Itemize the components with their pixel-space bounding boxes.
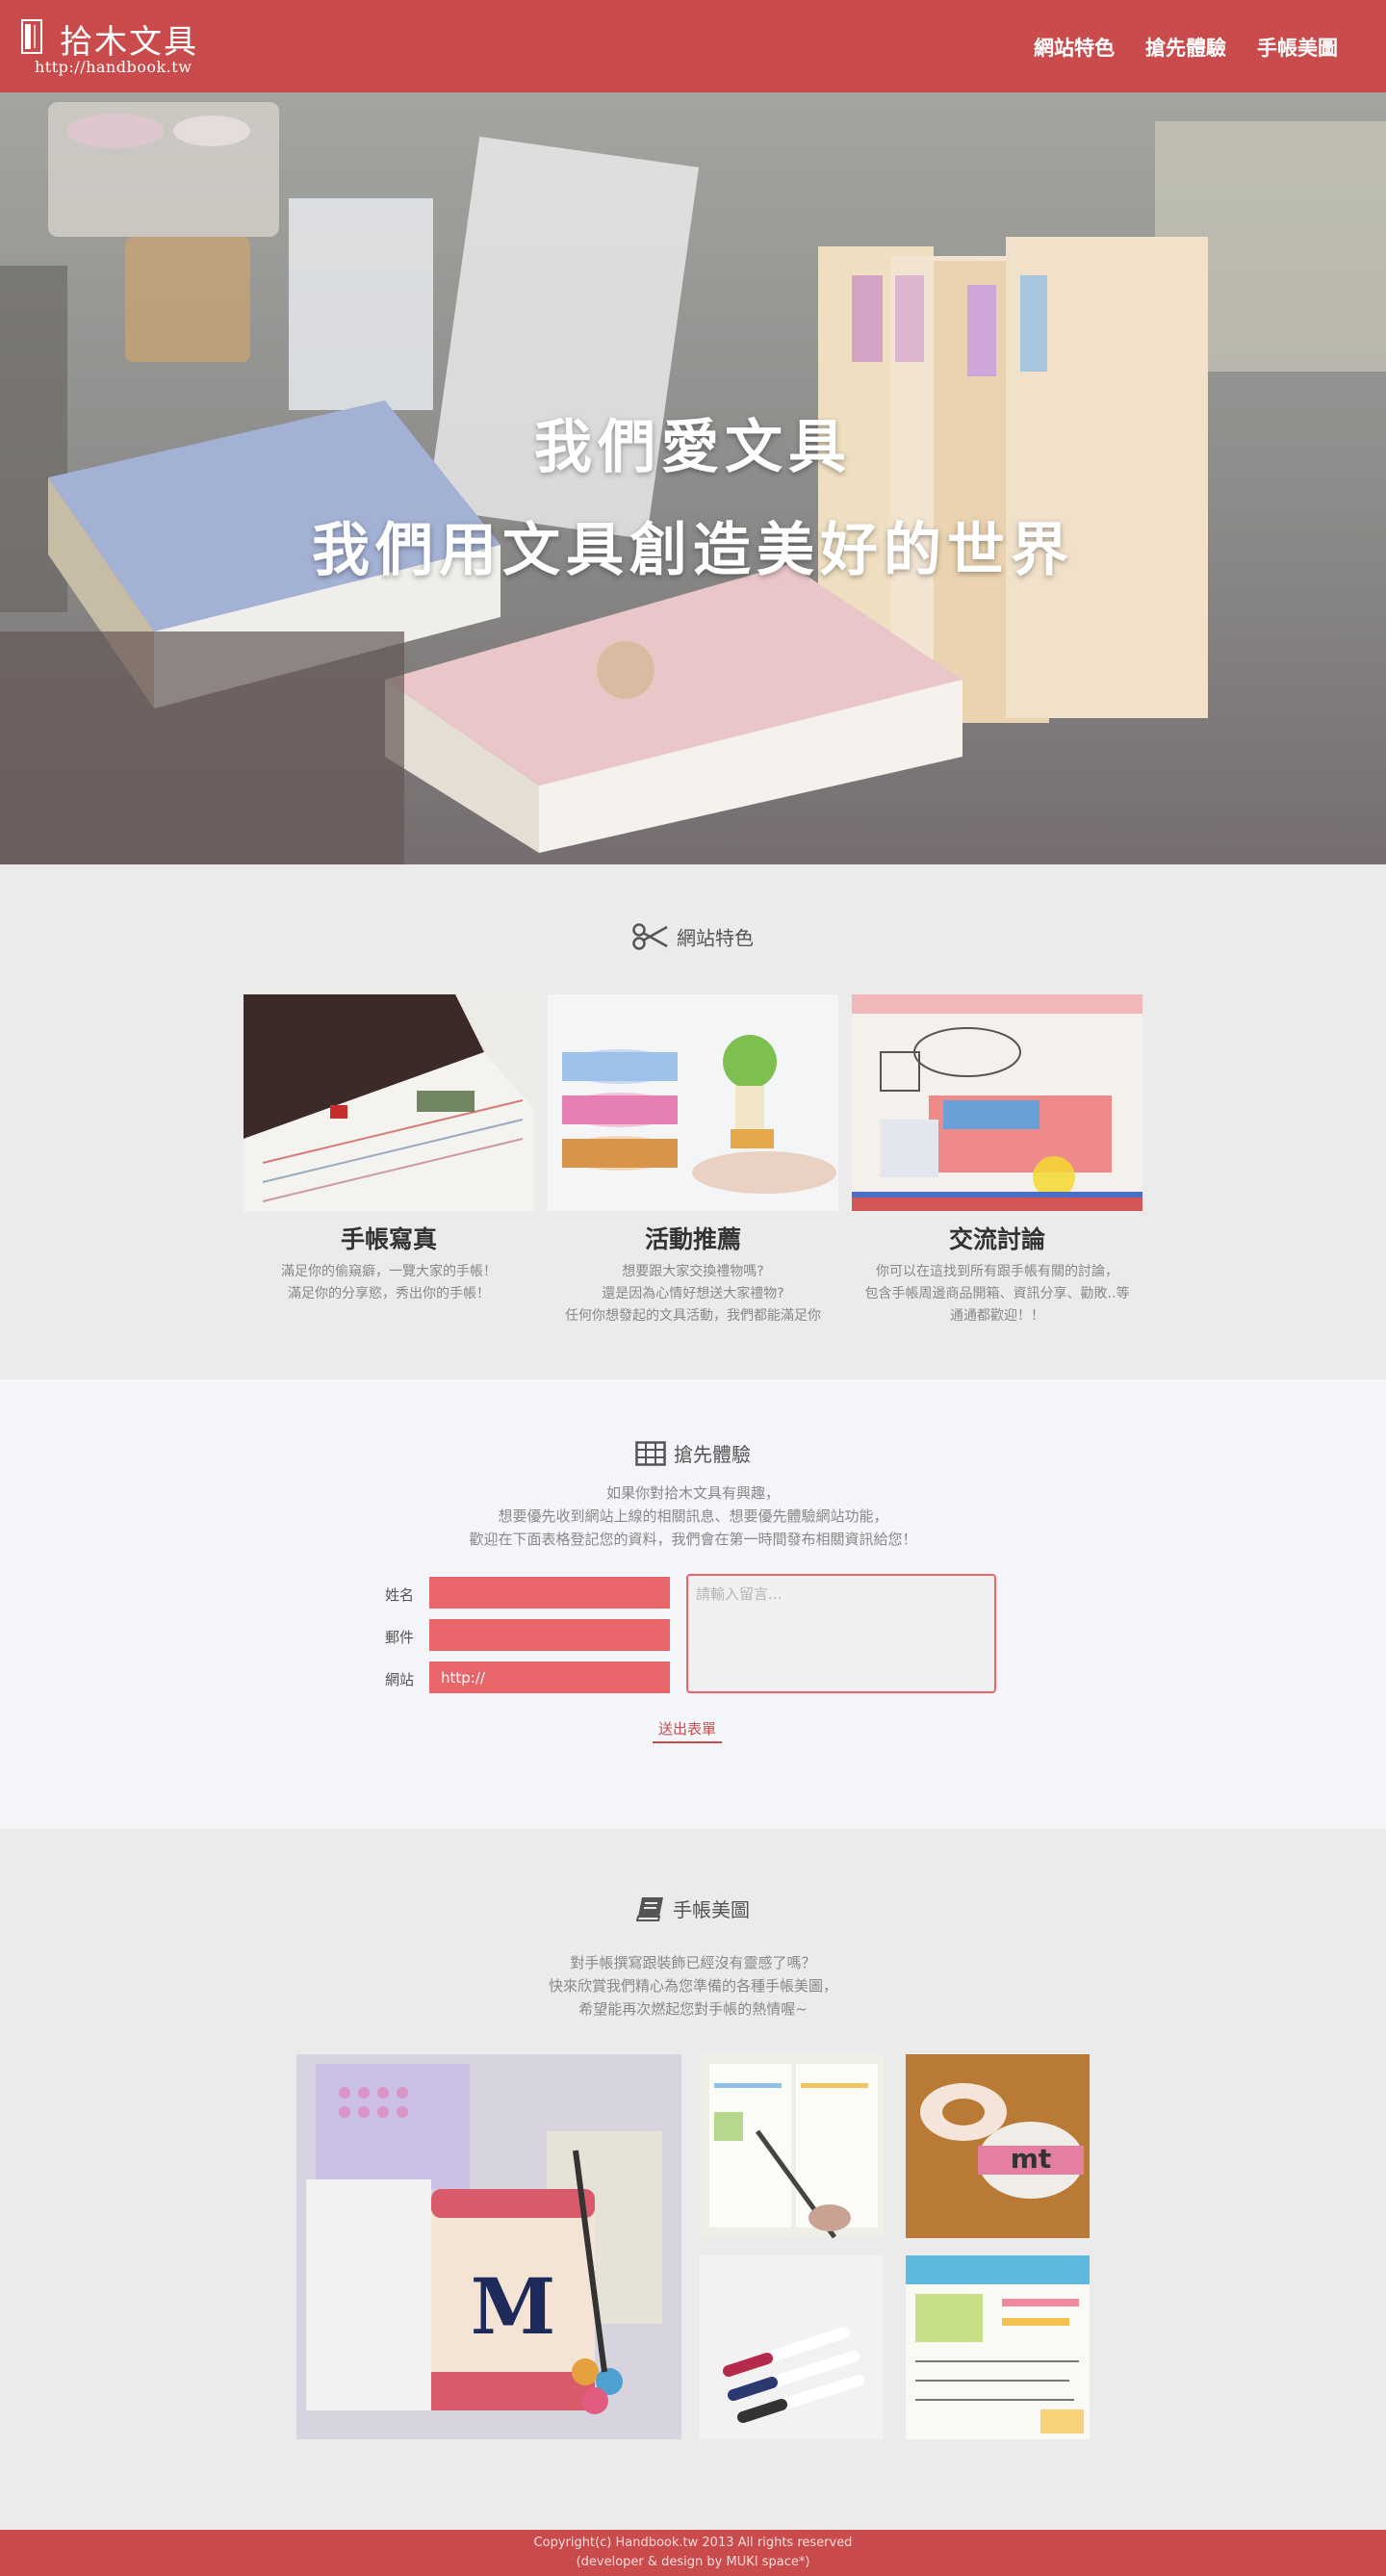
feature-desc-line: 還是因為心情好想送大家禮物? xyxy=(602,1286,784,1301)
gallery-image-pens[interactable] xyxy=(700,2255,884,2439)
gallery-description: 對手帳撰寫跟裝飾已經沒有靈感了嗎？ 快來欣賞我們精心為您準備的各種手帳美圖， 希… xyxy=(0,1951,1386,2021)
footer-copyright: Copyright(c) Handbook.tw 2013 All rights… xyxy=(533,2536,853,2550)
nav-item-gallery[interactable]: 手帳美圖 xyxy=(1257,33,1338,62)
name-field[interactable] xyxy=(429,1577,670,1609)
book-icon xyxy=(636,1896,663,1921)
hero-banner: 我們愛文具 我們用文具創造美好的世界 xyxy=(0,92,1386,864)
logo-text: 拾木文具 xyxy=(60,23,198,62)
try-section: 搶先體驗 如果你對拾木文具有興趣， 想要優先收到網站上線的相關訊息、想要優先體驗… xyxy=(0,1379,1386,1829)
features-title-text: 網站特色 xyxy=(677,926,754,950)
gallery-desc-line: 對手帳撰寫跟裝飾已經沒有靈感了嗎？ xyxy=(570,1954,816,1971)
gallery-image-journal[interactable] xyxy=(906,2255,1090,2439)
features-title: 網站特色 xyxy=(0,922,1386,951)
gallery-section: 手帳美圖 對手帳撰寫跟裝飾已經沒有靈感了嗎？ 快來欣賞我們精心為您準備的各種手帳… xyxy=(0,1829,1386,2530)
svg-text:M: M xyxy=(471,2261,556,2352)
feature-image-discussion[interactable] xyxy=(852,994,1142,1211)
feature-desc-discussion: 你可以在這找到所有跟手帳有關的討論， 包含手帳周邊商品開箱、資訊分享、勸敗..等… xyxy=(852,1261,1142,1327)
feature-title-photos: 手帳寫真 xyxy=(340,1225,437,1253)
email-field[interactable] xyxy=(429,1619,670,1651)
feature-desc-line: 滿足你的分享慾，秀出你的手帳！ xyxy=(288,1286,490,1301)
notebook-logo-icon xyxy=(21,19,42,54)
gallery-desc-line: 希望能再次燃起您對手帳的熱情喔~ xyxy=(578,2000,808,2018)
email-label: 郵件 xyxy=(385,1629,415,1646)
feature-title-discussion: 交流討論 xyxy=(948,1225,1045,1253)
feature-desc-line: 你可以在這找到所有跟手帳有關的討論， xyxy=(876,1264,1118,1279)
feature-desc-events: 想要跟大家交換禮物嗎? 還是因為心情好想送大家禮物? 任何你想發起的文具活動，我… xyxy=(548,1261,838,1327)
main-nav: 網站特色 搶先體驗 手帳美圖 xyxy=(1034,33,1338,62)
try-desc-line: 想要優先收到網站上線的相關訊息、想要優先體驗網站功能， xyxy=(498,1507,888,1525)
feature-image-events[interactable] xyxy=(548,994,838,1211)
scissors-icon xyxy=(632,923,668,950)
gallery-image-pouch[interactable]: M xyxy=(296,2054,681,2439)
try-desc-line: 如果你對拾木文具有興趣， xyxy=(605,1484,780,1502)
submit-button[interactable]: 送出表單 xyxy=(653,1718,722,1743)
top-navbar: 拾木文具 http://handbook.tw 網站特色 搶先體驗 手帳美圖 xyxy=(0,0,1386,92)
footer-credit: (developer & design by MUKI space*) xyxy=(576,2555,810,2569)
try-title: 搶先體驗 xyxy=(0,1439,1386,1467)
website-field[interactable] xyxy=(429,1662,670,1693)
gallery-title: 手帳美圖 xyxy=(0,1894,1386,1922)
try-desc-line: 歡迎在下面表格登記您的資料，我們會在第一時間發布相關資訊給您！ xyxy=(469,1531,917,1548)
hero-headline: 我們愛文具 xyxy=(534,414,852,481)
gallery-image-tape[interactable]: mt xyxy=(906,2054,1090,2238)
logo-url: http://handbook.tw xyxy=(35,58,192,76)
feature-card-discussion: 交流討論 你可以在這找到所有跟手帳有關的討論， 包含手帳周邊商品開箱、資訊分享、… xyxy=(852,994,1142,1327)
try-title-text: 搶先體驗 xyxy=(674,1443,751,1466)
name-label: 姓名 xyxy=(385,1586,415,1604)
feature-title-events: 活動推薦 xyxy=(644,1225,741,1253)
try-description: 如果你對拾木文具有興趣， 想要優先收到網站上線的相關訊息、想要優先體驗網站功能，… xyxy=(0,1481,1386,1551)
feature-desc-photos: 滿足你的偷窺癖，一覽大家的手帳！ 滿足你的分享慾，秀出你的手帳！ xyxy=(244,1261,534,1305)
feature-desc-line: 想要跟大家交換禮物嗎? xyxy=(622,1264,764,1279)
feature-card-events: 活動推薦 想要跟大家交換禮物嗎? 還是因為心情好想送大家禮物? 任何你想發起的文… xyxy=(548,994,838,1327)
hero-subheadline: 我們用文具創造美好的世界 xyxy=(312,517,1074,584)
svg-text:mt: mt xyxy=(1011,2143,1052,2175)
site-logo[interactable]: 拾木文具 http://handbook.tw xyxy=(21,15,214,77)
gallery-desc-line: 快來欣賞我們精心為您準備的各種手帳美圖， xyxy=(548,1977,837,1995)
feature-image-photos[interactable] xyxy=(244,994,534,1211)
nav-item-try[interactable]: 搶先體驗 xyxy=(1145,33,1226,62)
gallery-title-text: 手帳美圖 xyxy=(673,1898,750,1921)
footer: Copyright(c) Handbook.tw 2013 All rights… xyxy=(0,2530,1386,2576)
feature-desc-line: 通通都歡迎！！ xyxy=(950,1308,1044,1324)
message-field[interactable] xyxy=(686,1574,996,1693)
feature-desc-line: 任何你想發起的文具活動，我們都能滿足你 xyxy=(565,1308,821,1324)
feature-desc-line: 滿足你的偷窺癖，一覽大家的手帳！ xyxy=(281,1264,497,1279)
website-label: 網站 xyxy=(385,1671,415,1688)
feature-desc-line: 包含手帳周邊商品開箱、資訊分享、勸敗..等 xyxy=(864,1286,1130,1301)
features-section: 網站特色 手帳寫真 滿足你的偷窺癖，一覽大家的手帳！ 滿足你的分享慾，秀出你的手… xyxy=(0,864,1386,1379)
feature-card-photos: 手帳寫真 滿足你的偷窺癖，一覽大家的手帳！ 滿足你的分享慾，秀出你的手帳！ xyxy=(244,994,534,1305)
gallery-image-writing[interactable] xyxy=(700,2054,884,2238)
grid-icon xyxy=(635,1440,666,1466)
nav-item-features[interactable]: 網站特色 xyxy=(1034,33,1115,62)
